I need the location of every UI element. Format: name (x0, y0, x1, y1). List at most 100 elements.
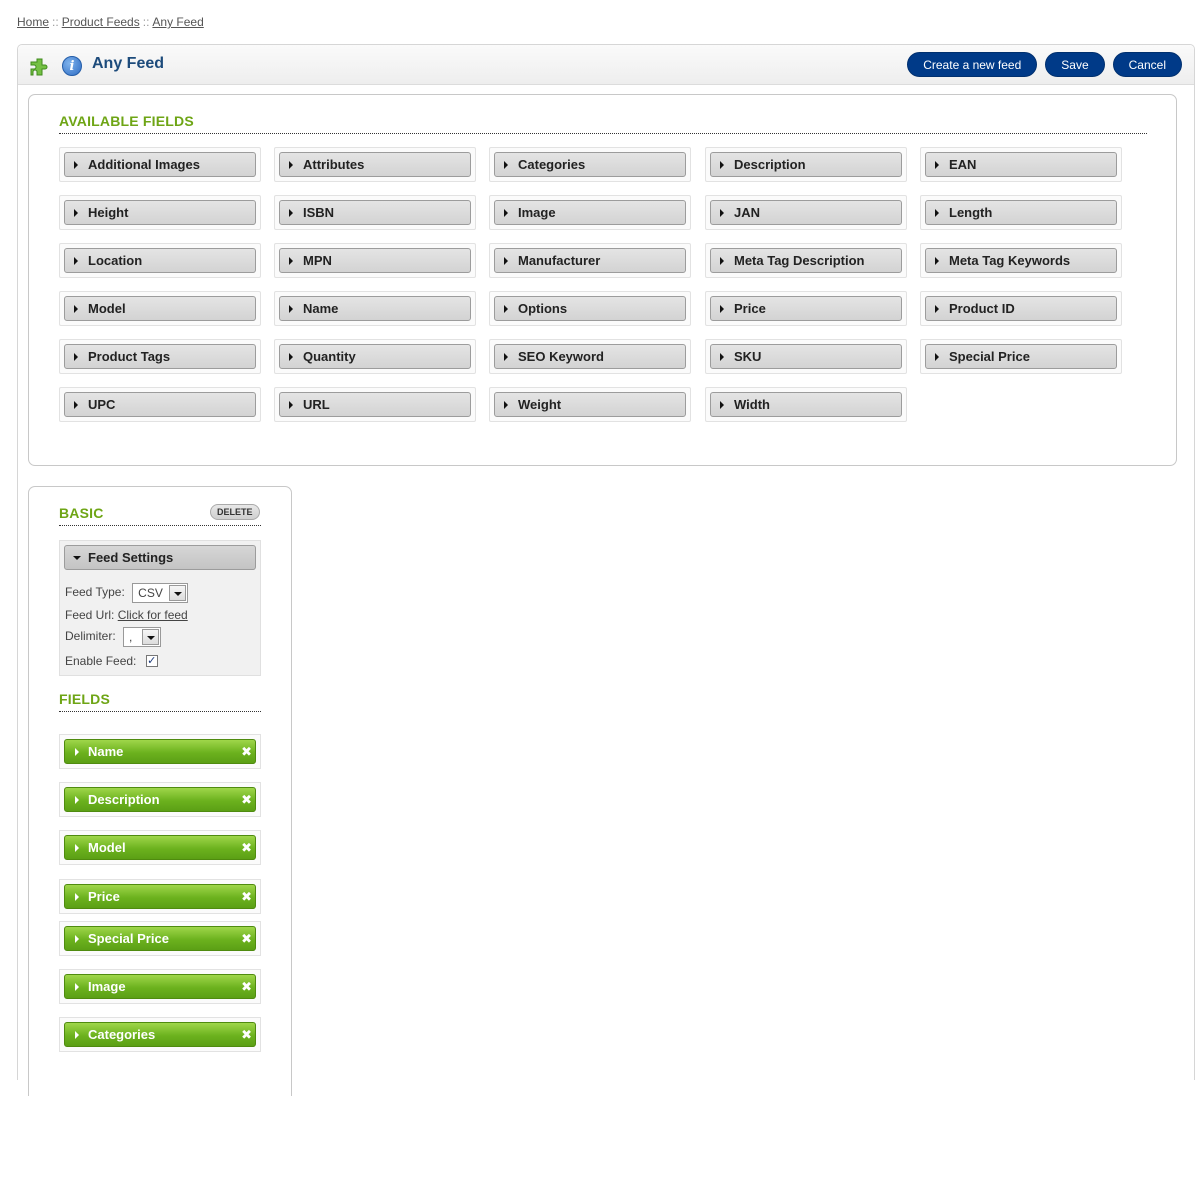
available-field-item[interactable]: Categories (489, 147, 691, 182)
available-field-item[interactable]: URL (274, 387, 476, 422)
selected-field-item[interactable]: Price ✖ (59, 879, 261, 914)
close-icon[interactable]: ✖ (241, 975, 252, 998)
available-field-handle[interactable]: Location (64, 248, 256, 273)
cancel-button[interactable]: Cancel (1112, 52, 1182, 77)
available-field-item[interactable]: Image (489, 195, 691, 230)
available-field-item[interactable]: Attributes (274, 147, 476, 182)
available-field-handle[interactable]: Options (494, 296, 686, 321)
selected-field-item[interactable]: Categories ✖ (59, 1017, 261, 1052)
info-icon[interactable]: i (62, 56, 82, 76)
feed-url-link[interactable]: Click for feed (118, 608, 188, 622)
available-field-handle[interactable]: Product Tags (64, 344, 256, 369)
available-field-handle[interactable]: MPN (279, 248, 471, 273)
selected-field-label: Description (88, 792, 160, 807)
selected-field-handle[interactable]: Categories ✖ (64, 1022, 256, 1047)
breadcrumb-separator: :: (52, 15, 59, 29)
available-field-handle[interactable]: Description (710, 152, 902, 177)
selected-field-handle[interactable]: Name ✖ (64, 739, 256, 764)
triangle-right-icon (935, 257, 939, 265)
close-icon[interactable]: ✖ (241, 740, 252, 763)
close-icon[interactable]: ✖ (241, 1023, 252, 1046)
available-field-item[interactable]: SEO Keyword (489, 339, 691, 374)
available-field-handle[interactable]: Length (925, 200, 1117, 225)
selected-field-handle[interactable]: Special Price ✖ (64, 926, 256, 951)
selected-field-handle[interactable]: Image ✖ (64, 974, 256, 999)
available-field-item[interactable]: Weight (489, 387, 691, 422)
available-field-item[interactable]: MPN (274, 243, 476, 278)
available-field-item[interactable]: EAN (920, 147, 1122, 182)
available-field-handle[interactable]: Meta Tag Keywords (925, 248, 1117, 273)
available-field-item[interactable]: Meta Tag Description (705, 243, 907, 278)
save-button[interactable]: Save (1045, 52, 1105, 77)
available-field-handle[interactable]: Height (64, 200, 256, 225)
available-field-handle[interactable]: Name (279, 296, 471, 321)
basic-panel: BASIC DELETE Feed Settings Feed Type: CS… (28, 486, 292, 1096)
triangle-right-icon (74, 305, 78, 313)
feed-type-select[interactable]: CSV (132, 583, 189, 603)
available-field-item[interactable]: Name (274, 291, 476, 326)
available-field-handle[interactable]: Quantity (279, 344, 471, 369)
available-field-item[interactable]: Price (705, 291, 907, 326)
available-field-item[interactable]: Product ID (920, 291, 1122, 326)
selected-field-handle[interactable]: Price ✖ (64, 884, 256, 909)
breadcrumb-any-feed[interactable]: Any Feed (152, 15, 203, 29)
available-field-item[interactable]: Width (705, 387, 907, 422)
delimiter-select[interactable]: , (123, 627, 162, 647)
available-field-item[interactable]: Model (59, 291, 261, 326)
available-field-item[interactable]: Additional Images (59, 147, 261, 182)
selected-field-label: Image (88, 979, 126, 994)
available-field-item[interactable]: SKU (705, 339, 907, 374)
available-field-handle[interactable]: Special Price (925, 344, 1117, 369)
close-icon[interactable]: ✖ (241, 788, 252, 811)
available-field-handle[interactable]: Meta Tag Description (710, 248, 902, 273)
available-field-item[interactable]: JAN (705, 195, 907, 230)
delete-button[interactable]: DELETE (210, 504, 260, 520)
breadcrumb-home[interactable]: Home (17, 15, 49, 29)
available-field-item[interactable]: Location (59, 243, 261, 278)
selected-field-item[interactable]: Image ✖ (59, 969, 261, 1004)
available-field-handle[interactable]: Attributes (279, 152, 471, 177)
available-field-item[interactable]: ISBN (274, 195, 476, 230)
available-field-item[interactable]: UPC (59, 387, 261, 422)
available-field-item[interactable]: Quantity (274, 339, 476, 374)
enable-feed-checkbox[interactable]: ✓ (145, 654, 158, 667)
feed-settings-header[interactable]: Feed Settings (64, 545, 256, 570)
available-field-handle[interactable]: JAN (710, 200, 902, 225)
available-field-item[interactable]: Height (59, 195, 261, 230)
available-field-handle[interactable]: Manufacturer (494, 248, 686, 273)
available-field-handle[interactable]: URL (279, 392, 471, 417)
available-field-item[interactable]: Length (920, 195, 1122, 230)
available-field-handle[interactable]: SEO Keyword (494, 344, 686, 369)
selected-field-item[interactable]: Description ✖ (59, 782, 261, 817)
available-field-handle[interactable]: Width (710, 392, 902, 417)
triangle-right-icon (504, 209, 508, 217)
selected-field-item[interactable]: Name ✖ (59, 734, 261, 769)
selected-field-item[interactable]: Special Price ✖ (59, 921, 261, 956)
available-field-handle[interactable]: EAN (925, 152, 1117, 177)
available-field-handle[interactable]: Weight (494, 392, 686, 417)
available-field-handle[interactable]: Model (64, 296, 256, 321)
create-feed-button[interactable]: Create a new feed (907, 52, 1038, 77)
available-field-item[interactable]: Product Tags (59, 339, 261, 374)
available-field-handle[interactable]: Image (494, 200, 686, 225)
available-field-item[interactable]: Description (705, 147, 907, 182)
available-field-item[interactable]: Manufacturer (489, 243, 691, 278)
selected-field-handle[interactable]: Model ✖ (64, 835, 256, 860)
available-field-handle[interactable]: UPC (64, 392, 256, 417)
available-field-item[interactable]: Special Price (920, 339, 1122, 374)
available-field-item[interactable]: Options (489, 291, 691, 326)
available-field-handle[interactable]: SKU (710, 344, 902, 369)
available-field-handle[interactable]: Price (710, 296, 902, 321)
available-field-handle[interactable]: Additional Images (64, 152, 256, 177)
close-icon[interactable]: ✖ (241, 885, 252, 908)
breadcrumb-product-feeds[interactable]: Product Feeds (62, 15, 140, 29)
available-field-handle[interactable]: ISBN (279, 200, 471, 225)
available-field-item[interactable]: Meta Tag Keywords (920, 243, 1122, 278)
close-icon[interactable]: ✖ (241, 836, 252, 859)
available-field-handle[interactable]: Product ID (925, 296, 1117, 321)
selected-field-item[interactable]: Model ✖ (59, 830, 261, 865)
available-field-handle[interactable]: Categories (494, 152, 686, 177)
close-icon[interactable]: ✖ (241, 927, 252, 950)
page-heading: i Any Feed Create a new feed Save Cancel (18, 45, 1194, 85)
selected-field-handle[interactable]: Description ✖ (64, 787, 256, 812)
